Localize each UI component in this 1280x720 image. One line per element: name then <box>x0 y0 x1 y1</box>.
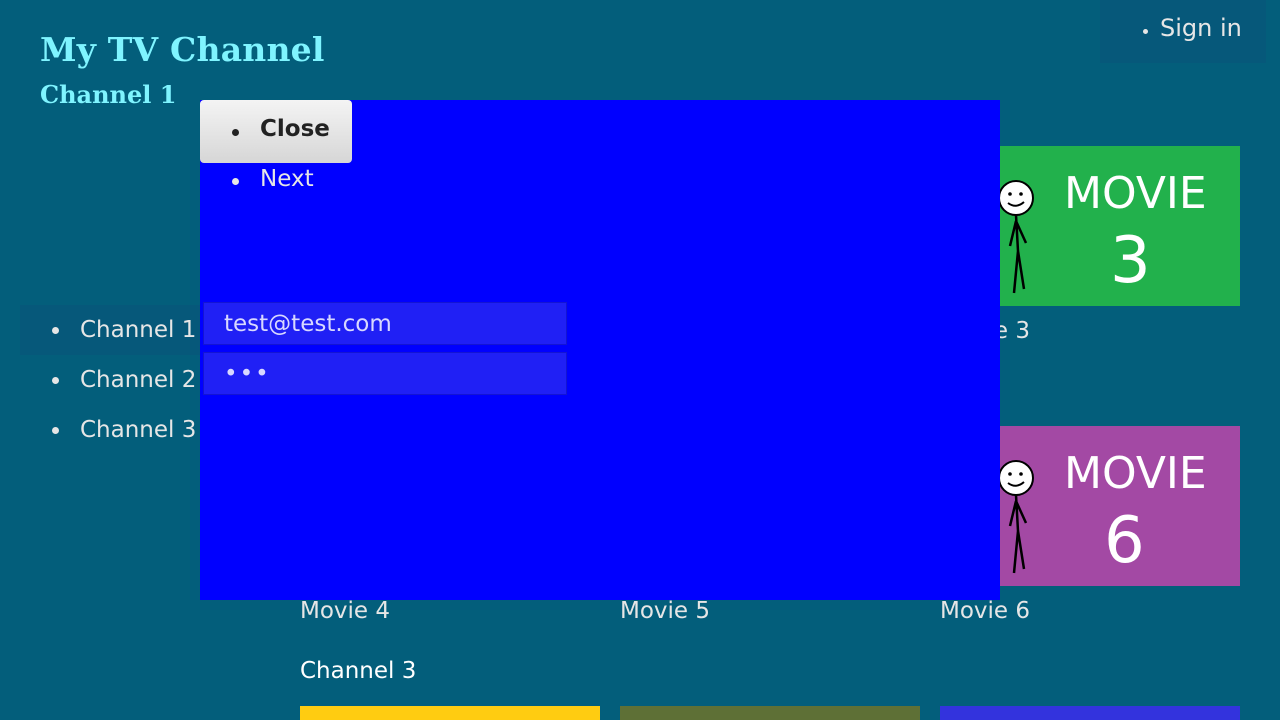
sidebar-item-channel-3[interactable]: Channel 3 <box>20 405 210 455</box>
bullet-icon <box>232 178 239 185</box>
movie-tile-3-number: 3 <box>1110 224 1151 298</box>
close-button-label: Close <box>260 116 330 142</box>
movie-tile-3-text: MOVIE <box>1064 168 1207 219</box>
sidebar-item-channel-1[interactable]: Channel 1 <box>20 305 210 355</box>
movie-tile-6-number: 6 <box>1104 504 1145 578</box>
sign-in-dialog: Close Next <box>200 100 1000 600</box>
section-title-channel-3: Channel 3 <box>300 658 417 684</box>
sidebar-item-channel-2[interactable]: Channel 2 <box>20 355 210 405</box>
bullet-icon <box>232 129 239 136</box>
sign-in-link[interactable]: Sign in <box>1160 14 1266 42</box>
movie-tile-9[interactable] <box>940 706 1240 720</box>
movie-label-5: Movie 5 <box>620 598 711 624</box>
movie-label-4: Movie 4 <box>300 598 391 624</box>
channel-subtitle: Channel 1 <box>40 80 177 109</box>
channel-list: Channel 1 Channel 2 Channel 3 <box>20 305 210 455</box>
close-button[interactable]: Close <box>200 100 352 163</box>
movie-label-6: Movie 6 <box>940 598 1031 624</box>
email-field[interactable] <box>203 302 567 345</box>
sign-in-menu: Sign in <box>1100 0 1266 63</box>
app-title: My TV Channel <box>40 30 325 69</box>
password-field[interactable] <box>203 352 567 395</box>
movie-tile-6-text: MOVIE <box>1064 448 1207 499</box>
movie-tile-7[interactable] <box>300 706 600 720</box>
next-button-label: Next <box>260 166 314 192</box>
movie-tile-8[interactable] <box>620 706 920 720</box>
next-button[interactable]: Next <box>200 164 352 200</box>
